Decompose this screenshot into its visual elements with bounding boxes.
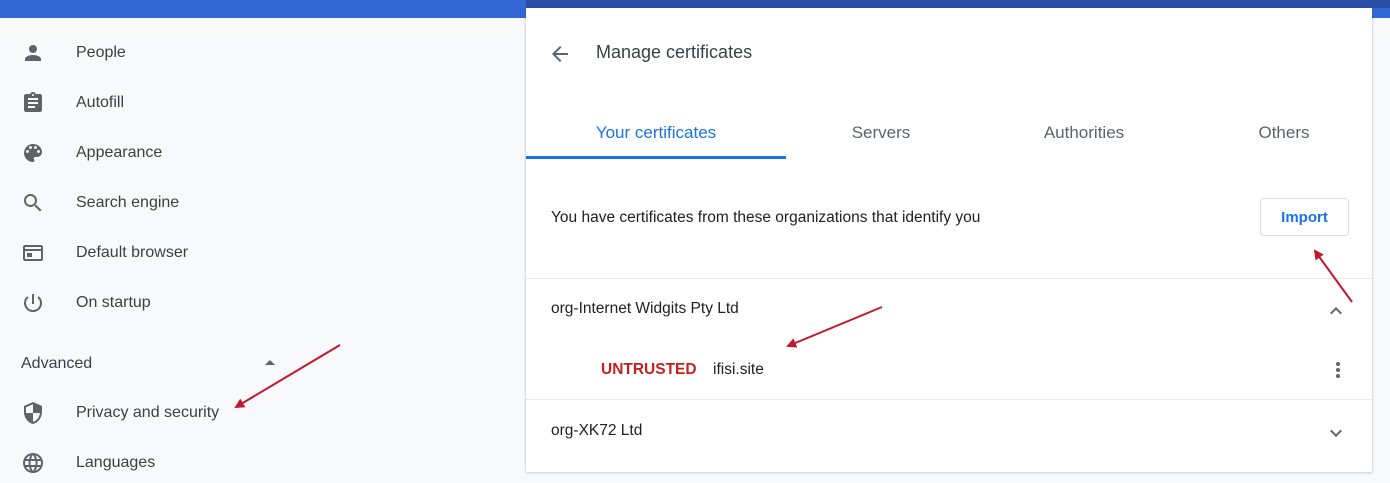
chevron-up-icon[interactable] [1324,299,1348,323]
org-row-internet-widgits[interactable]: org-Internet Widgits Pty Ltd [526,279,1372,339]
page-title: Manage certificates [596,42,753,62]
sidebar-item-label: Appearance [76,144,163,161]
sidebar-item-label: On startup [76,294,151,311]
sidebar-item-appearance[interactable]: Appearance [0,133,524,173]
palette-icon [21,141,45,165]
sidebar-item-people[interactable]: People [0,33,524,73]
advanced-label: Advanced [21,355,93,372]
person-icon [21,41,45,65]
sidebar-item-autofill[interactable]: Autofill [0,83,524,123]
sidebar-item-label: Default browser [76,244,189,261]
org-row-xk72[interactable]: org-XK72 Ltd [526,400,1372,460]
untrusted-badge: UNTRUSTED [601,361,697,378]
globe-icon [21,451,45,475]
back-button[interactable] [546,40,574,68]
more-actions-button[interactable] [1326,358,1350,382]
sidebar-item-label: Autofill [76,94,125,111]
manage-certificates-card: Manage certificates Your certificates Se… [526,8,1372,472]
sidebar-item-search-engine[interactable]: Search engine [0,183,524,223]
sidebar-item-label: Languages [76,454,156,471]
search-icon [21,191,45,215]
sidebar-item-privacy-and-security[interactable]: Privacy and security [0,393,524,433]
clipboard-icon [21,91,45,115]
tab-your-certificates[interactable]: Your certificates [526,108,786,158]
tab-others[interactable]: Others [1154,108,1390,158]
certificate-name: ifisi.site [713,361,764,378]
caret-up-icon [265,360,275,365]
power-icon [21,291,45,315]
chevron-down-icon[interactable] [1324,421,1348,445]
certificate-item: UNTRUSTED ifisi.site [526,348,1372,398]
import-button[interactable]: Import [1260,198,1349,236]
sidebar-item-label: Search engine [76,194,180,211]
sidebar-item-languages[interactable]: Languages [0,443,524,483]
org-name: org-XK72 Ltd [551,422,643,439]
browser-window-icon [21,241,45,265]
sidebar-item-label: Privacy and security [76,404,220,421]
org-name: org-Internet Widgits Pty Ltd [551,300,739,317]
arrow-back-icon [552,46,568,62]
advanced-section-toggle[interactable]: Advanced [0,350,290,378]
certificates-description: You have certificates from these organiz… [551,209,981,226]
certificate-tabs: Your certificates Servers Authorities Ot… [526,108,1372,160]
sidebar-item-label: People [76,44,126,61]
header-bar-dark [526,0,1390,8]
sidebar-item-default-browser[interactable]: Default browser [0,233,524,273]
more-vert-icon [1336,362,1340,378]
shield-icon [21,401,45,425]
active-tab-indicator [526,156,786,159]
sidebar-item-on-startup[interactable]: On startup [0,283,524,323]
settings-sidebar: People Autofill Appearance Search engine… [0,18,524,473]
